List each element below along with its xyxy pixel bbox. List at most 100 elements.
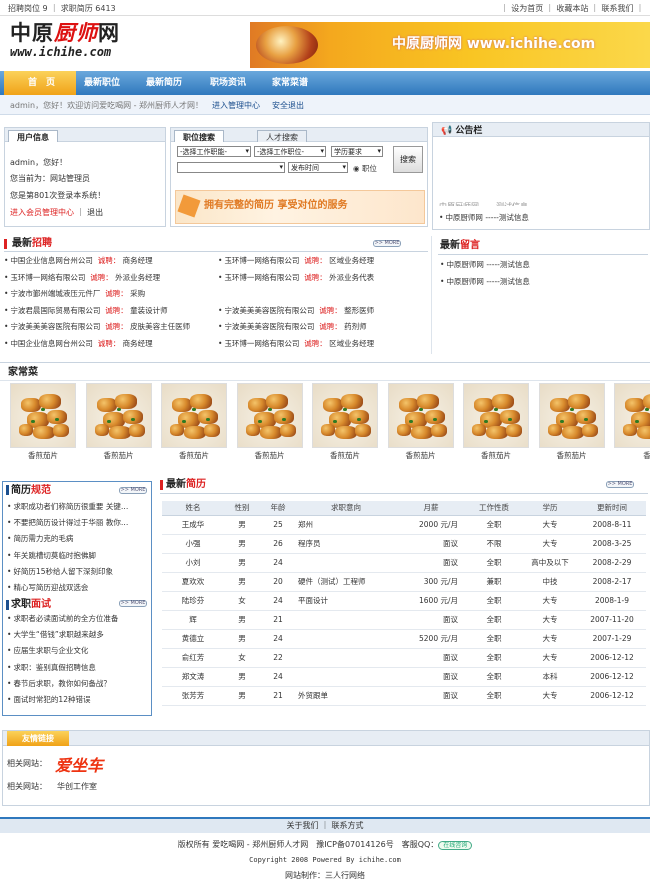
search-button[interactable]: 搜索 [393, 146, 423, 173]
notice-item[interactable]: • 中原厨师网 -----测试信息 [439, 213, 529, 222]
table-row[interactable]: 黄德立男 24 5200 元/月 全职 大专 2007-1-29 [162, 629, 646, 649]
table-row[interactable]: 王成华男 25 郑州 2000 元/月 全职 大专 2008-8-11 [162, 515, 646, 535]
dish-image[interactable] [463, 383, 529, 448]
dish-image[interactable] [387, 383, 454, 448]
tip-item[interactable]: • 春节后求职，教你如何备战？ [7, 679, 111, 688]
nav-home[interactable]: 首 页 [4, 71, 76, 95]
dish-image[interactable] [10, 383, 76, 448]
huachuang-link[interactable]: 华创工作室 [57, 782, 97, 792]
table-cell[interactable]: 张芳芳 [162, 686, 224, 706]
tip-item[interactable]: • 面试时常犯的12种错误 [7, 695, 90, 704]
dish-image[interactable] [614, 383, 650, 448]
site-logo[interactable]: 中原厨师网 www.ichihe.com [10, 20, 190, 68]
recruit-item[interactable]: • 中国企业信息网台州公司 诚聘： 商务经理 [4, 256, 153, 265]
tip-item[interactable]: • 好简历15秒给人留下深刻印象 [7, 567, 113, 576]
table-cell[interactable]: 黄德立 [162, 629, 224, 649]
radio-job[interactable]: ◉ 职位 [353, 164, 377, 173]
member-center-link[interactable]: 进入会员管理中心 [10, 208, 74, 217]
qq-online-button[interactable]: 在线咨询 [438, 841, 473, 851]
dish-image[interactable] [161, 383, 227, 448]
resumes-more-button[interactable]: >> MORE [606, 481, 634, 488]
table-row[interactable]: 辉男 21 面议 全职 大专 2007-11-20 [162, 610, 646, 630]
dish-name[interactable]: 香煎茄片 [312, 451, 378, 460]
recruit-item[interactable]: • 玉环博一网络有限公司 诚聘： 外派业务经理 [4, 273, 160, 282]
tab-talent-search[interactable]: 人才搜索 [257, 130, 307, 142]
slogan-banner[interactable]: 拥有完整的简历 享受对位的服务 [175, 190, 425, 224]
tip-item[interactable]: • 求职成功者们称简历很重要 关键… [7, 502, 128, 511]
tip-item[interactable]: • 求职：鉴别真假招聘信息 [7, 663, 96, 672]
dish-name[interactable]: 香 [614, 451, 650, 460]
education-select[interactable]: 学历要求 [331, 146, 383, 157]
manage-center-link[interactable]: 进入管理中心 [212, 101, 260, 111]
interview-tips-more-button[interactable]: >> MORE [119, 600, 147, 607]
table-row[interactable]: 小强男 26 程序员 面议 不限 大专 2008-3-25 [162, 534, 646, 554]
dish-image[interactable] [236, 383, 303, 448]
dish-name[interactable]: 香煎茄片 [463, 451, 529, 460]
recruit-item[interactable]: • 宁波美美美容医院有限公司 诚聘： 整形医师 [218, 306, 374, 315]
message-item[interactable]: • 中原厨师网 -----测试信息 [440, 260, 530, 269]
table-row[interactable]: 陆珍芬女 24 平面设计 1600 元/月 全职 大专 2008-1-9 [162, 591, 646, 611]
recruit-item[interactable]: • 宁波美美美容医院有限公司 诚聘： 药剂师 [218, 322, 367, 331]
dish-name[interactable]: 香煎茄片 [10, 451, 76, 460]
table-cell[interactable]: 陆珍芬 [162, 591, 224, 611]
recruit-item[interactable]: • 宁波美美美容医院有限公司 诚聘： 皮肤美容主任医师 [4, 322, 190, 331]
table-cell[interactable]: 夏欢欢 [162, 572, 224, 592]
job-function-select[interactable]: -选择工作职能- [177, 146, 251, 157]
table-cell[interactable]: 辉 [162, 610, 224, 630]
dish-name[interactable]: 香煎茄片 [388, 451, 454, 460]
aizuoche-logo[interactable]: 爱坐车 [55, 756, 103, 775]
tip-item[interactable]: • 应届生求职与企业文化 [7, 646, 88, 655]
tab-job-search[interactable]: 职位搜索 [174, 130, 224, 142]
table-cell: 面议 [396, 667, 466, 687]
table-row[interactable]: 俞红芳女 22 面议 全职 大专 2006-12-12 [162, 648, 646, 668]
dish-name[interactable]: 香煎茄片 [161, 451, 227, 460]
main-nav: 首 页 最新职位 最新简历 职场资讯 家常菜谱 [0, 71, 650, 95]
tip-item[interactable]: • 简历需力克的毛病 [7, 534, 73, 543]
nav-career-news[interactable]: 职场资讯 [210, 78, 246, 89]
tab-friend-links[interactable]: 友情链接 [7, 731, 69, 746]
recruit-more-button[interactable]: >> MORE [373, 240, 401, 247]
dish-name[interactable]: 香煎茄片 [539, 451, 605, 460]
footer-links[interactable]: 关于我们 ｜ 联系方式 [0, 821, 650, 831]
tip-item[interactable]: • 大学生“借钱”求职越来越多 [7, 630, 104, 639]
logout-link[interactable]: 安全退出 [272, 101, 304, 111]
header-banner[interactable]: 中原厨师网 www.ichihe.com [250, 22, 650, 68]
table-cell[interactable]: 王成华 [162, 515, 224, 535]
table-cell[interactable]: 小刘 [162, 553, 224, 573]
table-cell[interactable]: 小强 [162, 534, 224, 554]
recruit-item[interactable]: • 玉环博一网络有限公司 诚聘： 区域业务经理 [218, 339, 374, 348]
resume-tips-more-button[interactable]: >> MORE [119, 487, 147, 494]
dish-name[interactable]: 香煎茄片 [237, 451, 303, 460]
table-row[interactable]: 小刘男 24 面议 全职 高中及以下 2008-2-29 [162, 553, 646, 573]
recruit-item[interactable]: • 中国企业信息网台州公司 诚聘： 商务经理 [4, 339, 153, 348]
tab-user-info[interactable]: 用户信息 [8, 130, 58, 142]
dish-image[interactable] [312, 383, 378, 448]
recruit-item[interactable]: • 宁波市鄞州端城液压元件厂 诚聘： 采购 [4, 289, 145, 298]
table-cell[interactable]: 郑文涛 [162, 667, 224, 687]
message-item[interactable]: • 中原厨师网 -----测试信息 [440, 277, 530, 286]
table-row[interactable]: 张芳芳男 21 外贸跟单 面议 全职 大专 2006-12-12 [162, 686, 646, 706]
tip-item[interactable]: • 不要把简历设计得过于华丽 教你… [7, 518, 128, 527]
publish-time-select[interactable]: 发布时间 [288, 162, 348, 173]
job-position-select[interactable]: -选择工作职位- [254, 146, 326, 157]
top-links[interactable]: ｜ 设为首页 ｜ 收藏本站 ｜ 联系我们 ｜ [501, 4, 644, 14]
recruit-item[interactable]: • 玉环博一网络有限公司 诚聘： 区域业务经理 [218, 256, 374, 265]
tip-item[interactable]: • 求职者必读面试前的全方位准备 [7, 614, 118, 623]
welcome-bar: admin，您好！欢迎访问爱吃喝网 - 郑州厨师人才网！ 进入管理中心 安全退出 [0, 95, 650, 115]
table-cell[interactable]: 俞红芳 [162, 648, 224, 668]
nav-latest-jobs[interactable]: 最新职位 [84, 78, 120, 89]
exit-link[interactable]: 退出 [87, 208, 103, 217]
keyword-input[interactable] [177, 162, 285, 173]
resumes-title: 最新简历 [166, 479, 206, 490]
nav-latest-resumes[interactable]: 最新简历 [146, 78, 182, 89]
table-row[interactable]: 夏欢欢男 20 硬件（测试）工程师 300 元/月 兼职 中技 2008-2-17 [162, 572, 646, 592]
tip-item[interactable]: • 年关跳槽切莫临时抱佛脚 [7, 551, 96, 560]
tip-item[interactable]: • 精心写简历迎战双选会 [7, 583, 88, 592]
table-row[interactable]: 郑文涛男 24 面议 全职 本科 2006-12-12 [162, 667, 646, 687]
dish-image[interactable] [85, 383, 152, 448]
recruit-item[interactable]: • 宁波君晨国际贸易有限公司 诚聘： 童装设计师 [4, 306, 168, 315]
dish-name[interactable]: 香煎茄片 [86, 451, 152, 460]
nav-recipes[interactable]: 家常菜谱 [272, 78, 308, 89]
dish-image[interactable] [538, 383, 605, 448]
recruit-item[interactable]: • 玉环博一网络有限公司 诚聘： 外派业务代表 [218, 273, 374, 282]
